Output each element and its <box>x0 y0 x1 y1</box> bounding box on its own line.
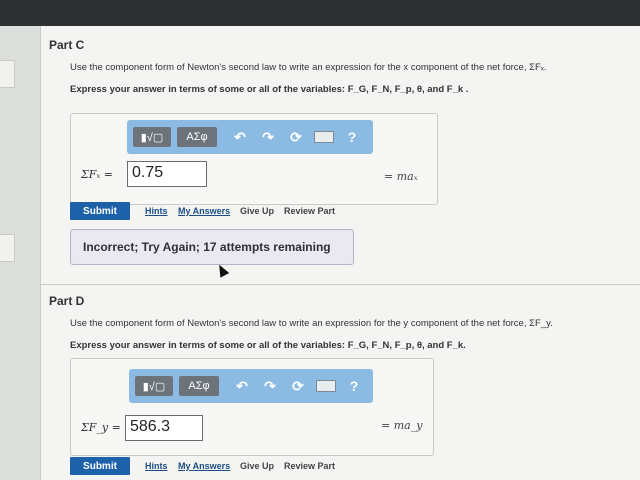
part-c-answer-input[interactable]: 0.75 <box>127 161 207 187</box>
part-d-rhs: = ma_y <box>381 419 423 432</box>
part-d-review-part-link[interactable]: Review Part <box>284 461 335 471</box>
part-c-review-part-link[interactable]: Review Part <box>284 206 335 216</box>
main-content: Part C Use the component form of Newton'… <box>41 26 640 480</box>
left-sidebar <box>0 26 41 480</box>
part-d-answer-area: ▮√▢ ΑΣφ ↶ ↷ ⟳ ? ΣF_y = 586.3 = ma_y <box>70 358 434 456</box>
redo-icon[interactable]: ↷ <box>259 376 281 396</box>
part-d-express-note: Express your answer in terms of some or … <box>70 340 466 351</box>
part-d-title: Part D <box>49 294 85 308</box>
part-d-variable-label: ΣF_y = <box>81 421 121 434</box>
part-c-answer-area: ▮√▢ ΑΣφ ↶ ↷ ⟳ ? ΣFₓ = 0.75 = maₓ <box>70 113 438 205</box>
part-c-title: Part C <box>49 38 85 52</box>
keyboard-icon[interactable] <box>315 376 337 396</box>
part-d-give-up-link[interactable]: Give Up <box>240 461 274 471</box>
reset-icon[interactable]: ⟳ <box>287 376 309 396</box>
part-divider <box>41 284 640 285</box>
part-c-hints-link[interactable]: Hints <box>145 206 168 216</box>
part-c-math-toolbar: ▮√▢ ΑΣφ ↶ ↷ ⟳ ? <box>127 120 373 154</box>
help-icon[interactable]: ? <box>341 127 363 147</box>
part-d-instruction: Use the component form of Newton's secon… <box>70 318 553 329</box>
part-d-hints-link[interactable]: Hints <box>145 461 168 471</box>
part-d-submit-button[interactable]: Submit <box>70 457 130 475</box>
part-d-math-toolbar: ▮√▢ ΑΣφ ↶ ↷ ⟳ ? <box>129 369 373 403</box>
keyboard-icon[interactable] <box>313 127 335 147</box>
part-d-my-answers-link[interactable]: My Answers <box>178 461 230 471</box>
part-c-express-note: Express your answer in terms of some or … <box>70 84 469 95</box>
symbols-button[interactable]: ΑΣφ <box>177 127 217 147</box>
help-icon[interactable]: ? <box>343 376 365 396</box>
templates-button[interactable]: ▮√▢ <box>133 127 171 147</box>
part-c-feedback-message: Incorrect; Try Again; 17 attempts remain… <box>70 229 354 265</box>
templates-button[interactable]: ▮√▢ <box>135 376 173 396</box>
reset-icon[interactable]: ⟳ <box>285 127 307 147</box>
part-c-submit-button[interactable]: Submit <box>70 202 130 220</box>
part-c-rhs: = maₓ <box>384 170 418 183</box>
part-c-variable-label: ΣFₓ = <box>81 168 114 181</box>
browser-top-bar <box>0 0 640 26</box>
part-c-my-answers-link[interactable]: My Answers <box>178 206 230 216</box>
undo-icon[interactable]: ↶ <box>229 127 251 147</box>
undo-icon[interactable]: ↶ <box>231 376 253 396</box>
redo-icon[interactable]: ↷ <box>257 127 279 147</box>
symbols-button[interactable]: ΑΣφ <box>179 376 219 396</box>
sidebar-tab[interactable] <box>0 60 15 88</box>
part-c-instruction: Use the component form of Newton's secon… <box>70 62 547 73</box>
sidebar-tab[interactable] <box>0 234 15 262</box>
part-c-give-up-link[interactable]: Give Up <box>240 206 274 216</box>
part-d-answer-input[interactable]: 586.3 <box>125 415 203 441</box>
